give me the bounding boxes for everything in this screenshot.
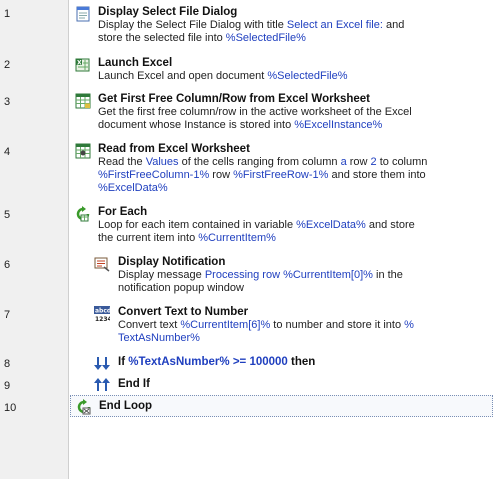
end-if-icon xyxy=(94,377,110,393)
step-title: If %TextAsNumber% >= 100000 then xyxy=(118,356,316,368)
step-title: Display Notification xyxy=(118,256,226,268)
variable-token: Processing row %CurrentItem[0]% xyxy=(204,269,373,281)
variable-token: Select an Excel file: xyxy=(286,19,383,31)
variable-token: TextAsNumber% xyxy=(118,332,200,344)
variable-token: % xyxy=(404,319,414,331)
variable-token: %ExcelData% xyxy=(296,219,366,231)
line-number: 3 xyxy=(4,96,11,108)
line-number: 7 xyxy=(4,309,11,321)
step-launch-excel[interactable]: X Launch Excel Launch Excel and open doc… xyxy=(70,56,493,83)
step-get-first-free-column-row[interactable]: Get First Free Column/Row from Excel Wor… xyxy=(70,92,493,132)
step-description: Read the Values of the cells ranging fro… xyxy=(98,156,428,168)
step-display-notification[interactable]: Display Notification Display message Pro… xyxy=(70,255,493,295)
step-title: Display Select File Dialog xyxy=(98,6,238,18)
svg-text:abcd: abcd xyxy=(95,308,110,315)
launch-excel-icon: X xyxy=(75,57,91,73)
step-title: Get First Free Column/Row from Excel Wor… xyxy=(98,93,371,105)
step-title: Launch Excel xyxy=(98,57,173,69)
variable-token: %SelectedFile% xyxy=(267,70,348,82)
step-description: %ExcelData% xyxy=(98,182,493,195)
step-description: the current item into %CurrentItem% xyxy=(98,232,276,244)
variable-token: %CurrentItem[6]% xyxy=(180,319,271,331)
if-icon xyxy=(94,355,110,371)
step-description: Get the first free column/row in the act… xyxy=(98,106,412,118)
line-number: 4 xyxy=(4,146,11,158)
line-number: 2 xyxy=(4,59,11,71)
variable-token: Values xyxy=(145,156,179,168)
line-number-gutter: 1 2 3 4 5 6 7 8 9 10 xyxy=(0,0,69,479)
convert-text-number-icon: abcd 1234 xyxy=(94,306,112,323)
for-each-icon xyxy=(75,206,91,222)
step-display-select-file-dialog[interactable]: Display Select File Dialog Display the S… xyxy=(70,5,493,45)
step-description: %FirstFreeColumn-1% row %FirstFreeRow-1%… xyxy=(98,169,426,181)
step-if[interactable]: If %TextAsNumber% >= 100000 then xyxy=(70,354,493,371)
step-title: Convert Text to Number xyxy=(118,306,249,318)
step-convert-text-to-number[interactable]: abcd 1234 Convert Text to Number Convert… xyxy=(70,305,493,345)
step-title: End Loop xyxy=(99,400,153,412)
step-description: TextAsNumber% xyxy=(118,332,493,345)
step-description: Loop for each item contained in variable… xyxy=(98,219,415,231)
step-title: Read from Excel Worksheet xyxy=(98,143,250,155)
variable-token: %SelectedFile% xyxy=(225,32,306,44)
step-description: document whose Instance is stored into %… xyxy=(98,119,383,131)
step-end-if[interactable]: End If xyxy=(70,376,493,391)
step-title: For Each xyxy=(98,206,148,218)
line-number: 8 xyxy=(4,358,11,370)
step-read-from-excel-worksheet[interactable]: Read from Excel Worksheet Read the Value… xyxy=(70,142,493,195)
step-description: Convert text %CurrentItem[6]% to number … xyxy=(118,319,414,331)
step-description: Launch Excel and open document %Selected… xyxy=(98,70,348,82)
variable-token: %TextAsNumber% >= 100000 xyxy=(128,356,288,368)
line-number: 5 xyxy=(4,209,11,221)
step-description: store the selected file into %SelectedFi… xyxy=(98,32,306,44)
step-end-loop[interactable]: End Loop xyxy=(70,395,493,417)
step-description: Display message Processing row %CurrentI… xyxy=(118,269,403,281)
variable-token: %FirstFreeColumn-1% xyxy=(98,169,210,181)
notification-icon xyxy=(94,256,110,272)
step-description: notification popup window xyxy=(118,282,244,294)
step-title: End If xyxy=(118,378,150,390)
svg-text:1234: 1234 xyxy=(95,316,110,322)
svg-text:X: X xyxy=(77,60,82,67)
line-number: 10 xyxy=(4,402,17,414)
step-description: Display the Select File Dialog with titl… xyxy=(98,19,405,31)
line-number: 9 xyxy=(4,380,11,392)
step-for-each[interactable]: For Each Loop for each item contained in… xyxy=(70,205,493,245)
variable-token: %ExcelData% xyxy=(98,182,168,194)
select-file-dialog-icon xyxy=(75,6,91,22)
read-excel-icon xyxy=(75,143,91,159)
end-loop-icon xyxy=(76,399,92,415)
variable-token: %CurrentItem% xyxy=(198,232,276,244)
variable-token: %FirstFreeRow-1% xyxy=(233,169,329,181)
line-number: 1 xyxy=(4,8,11,20)
variable-token: %ExcelInstance% xyxy=(294,119,383,131)
line-number: 6 xyxy=(4,259,11,271)
excel-free-cell-icon xyxy=(75,93,91,109)
